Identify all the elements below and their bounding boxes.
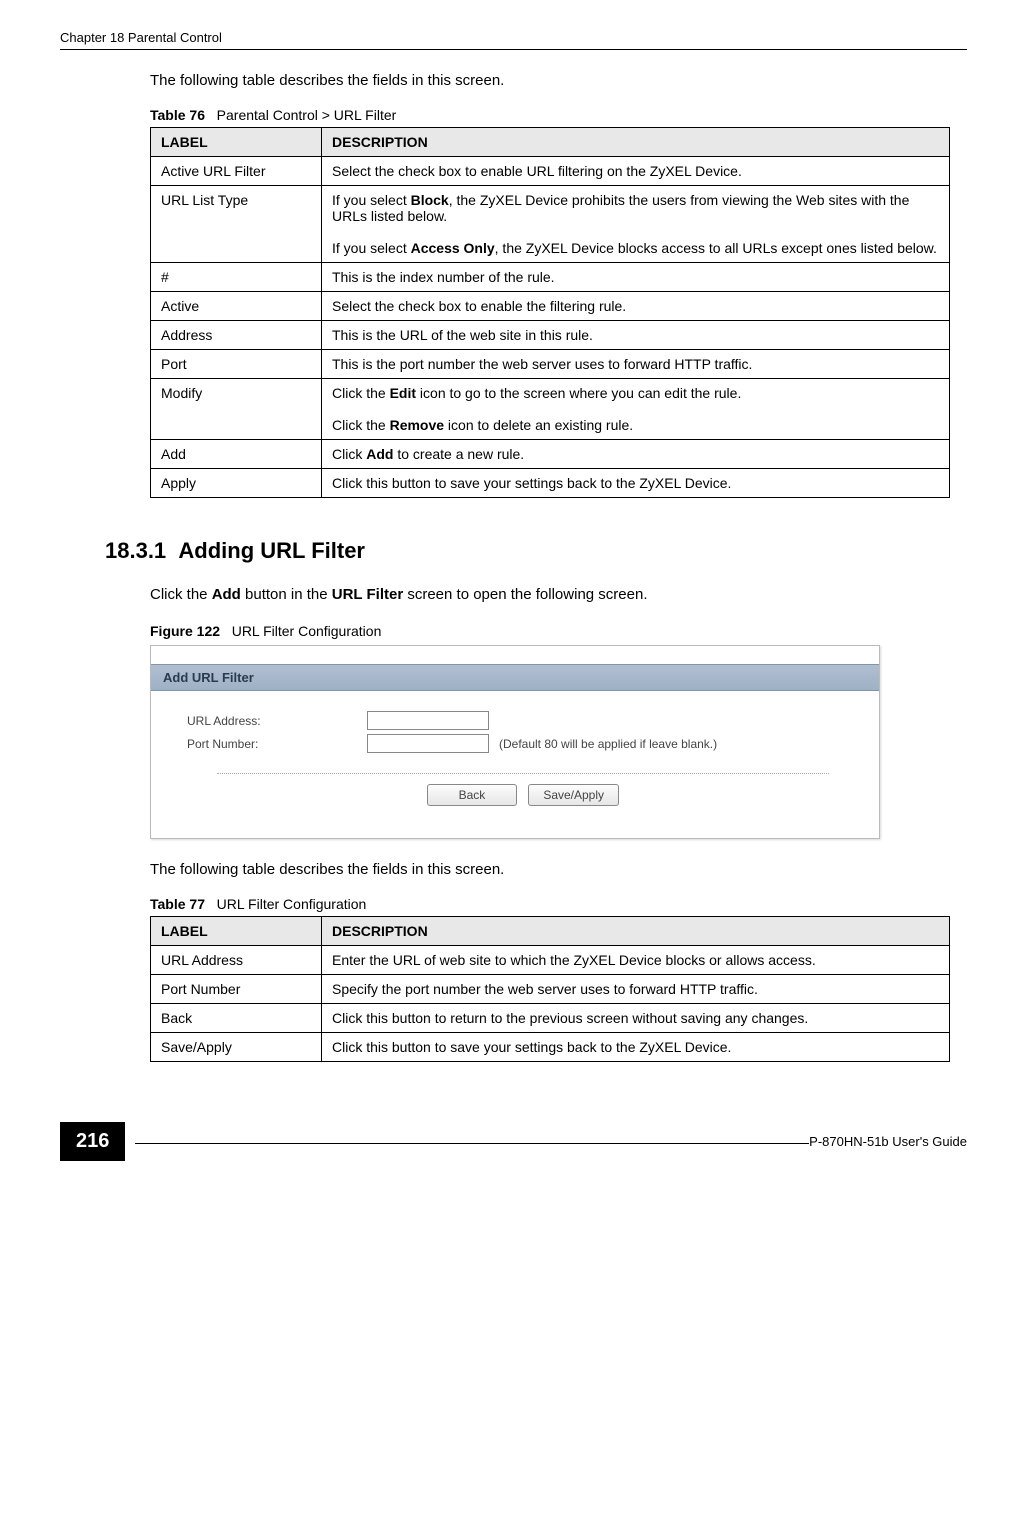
table-row: Port Number Specify the port number the … <box>151 975 950 1004</box>
cell-label: Back <box>151 1004 322 1033</box>
form-row-url: URL Address: <box>187 711 859 730</box>
cell-label: # <box>151 263 322 292</box>
save-apply-button[interactable]: Save/Apply <box>528 784 619 806</box>
form-row-port: Port Number: (Default 80 will be applied… <box>187 734 859 753</box>
header-rule <box>60 49 967 50</box>
table76-number: Table 76 <box>150 107 205 123</box>
table-row: Apply Click this button to save your set… <box>151 469 950 498</box>
cell-desc: Specify the port number the web server u… <box>322 975 950 1004</box>
intro-text-2: The following table describes the fields… <box>150 861 967 878</box>
section-title: Adding URL Filter <box>178 538 365 563</box>
cell-label: Port Number <box>151 975 322 1004</box>
intro-text-1: The following table describes the fields… <box>150 72 967 89</box>
table77-header-desc: DESCRIPTION <box>322 917 950 946</box>
screenshot-top-space <box>151 646 879 664</box>
footer-guide-name: P-870HN-51b User's Guide <box>809 1134 967 1149</box>
table76-caption: Table 76 Parental Control > URL Filter <box>150 107 967 123</box>
table77-title: URL Filter Configuration <box>217 896 367 912</box>
cell-label: Modify <box>151 379 322 440</box>
table-row: Port This is the port number the web ser… <box>151 350 950 379</box>
cell-label: Active <box>151 292 322 321</box>
table-row: Active URL Filter Select the check box t… <box>151 157 950 186</box>
cell-label: Active URL Filter <box>151 157 322 186</box>
cell-label: URL Address <box>151 946 322 975</box>
cell-desc: If you select Block, the ZyXEL Device pr… <box>322 186 950 263</box>
cell-desc: Click this button to save your settings … <box>322 469 950 498</box>
table77-number: Table 77 <box>150 896 205 912</box>
table-row: Active Select the check box to enable th… <box>151 292 950 321</box>
cell-label: Apply <box>151 469 322 498</box>
table77: LABEL DESCRIPTION URL Address Enter the … <box>150 916 950 1062</box>
table77-caption: Table 77 URL Filter Configuration <box>150 896 967 912</box>
screenshot-banner: Add URL Filter <box>151 664 879 691</box>
cell-desc: Click Add to create a new rule. <box>322 440 950 469</box>
url-address-input[interactable] <box>367 711 489 730</box>
table-row: Add Click Add to create a new rule. <box>151 440 950 469</box>
cell-desc: Select the check box to enable the filte… <box>322 292 950 321</box>
table-row: Modify Click the Edit icon to go to the … <box>151 379 950 440</box>
cell-desc: Click the Edit icon to go to the screen … <box>322 379 950 440</box>
footer: 216 P-870HN-51b User's Guide <box>60 1122 967 1161</box>
cell-desc: This is the index number of the rule. <box>322 263 950 292</box>
table-row: URL Address Enter the URL of web site to… <box>151 946 950 975</box>
figure-title: URL Filter Configuration <box>232 623 382 639</box>
chapter-title: Chapter 18 Parental Control <box>60 30 222 45</box>
cell-label: Add <box>151 440 322 469</box>
figure-caption: Figure 122 URL Filter Configuration <box>150 623 967 639</box>
cell-desc: Click this button to save your settings … <box>322 1033 950 1062</box>
cell-desc: This is the URL of the web site in this … <box>322 321 950 350</box>
table77-header-label: LABEL <box>151 917 322 946</box>
cell-desc: Enter the URL of web site to which the Z… <box>322 946 950 975</box>
table76-title: Parental Control > URL Filter <box>217 107 397 123</box>
back-button[interactable]: Back <box>427 784 517 806</box>
table76-header-label: LABEL <box>151 128 322 157</box>
divider <box>217 773 829 774</box>
page-number: 216 <box>60 1122 125 1161</box>
table-row: # This is the index number of the rule. <box>151 263 950 292</box>
cell-label: Port <box>151 350 322 379</box>
table76: LABEL DESCRIPTION Active URL Filter Sele… <box>150 127 950 498</box>
screenshot: Add URL Filter URL Address: Port Number:… <box>150 645 880 839</box>
port-number-label: Port Number: <box>187 737 367 751</box>
table-row: Back Click this button to return to the … <box>151 1004 950 1033</box>
cell-desc: Click this button to return to the previ… <box>322 1004 950 1033</box>
port-number-input[interactable] <box>367 734 489 753</box>
section-number: 18.3.1 <box>105 538 166 563</box>
port-hint: (Default 80 will be applied if leave bla… <box>499 737 717 751</box>
button-row: Back Save/Apply <box>187 784 859 820</box>
cell-desc: Select the check box to enable URL filte… <box>322 157 950 186</box>
section-text: Click the Add button in the URL Filter s… <box>150 586 967 603</box>
table-row: Save/Apply Click this button to save you… <box>151 1033 950 1062</box>
screenshot-form: URL Address: Port Number: (Default 80 wi… <box>151 691 879 838</box>
table-row: URL List Type If you select Block, the Z… <box>151 186 950 263</box>
cell-label: Save/Apply <box>151 1033 322 1062</box>
url-address-label: URL Address: <box>187 714 367 728</box>
cell-label: URL List Type <box>151 186 322 263</box>
footer-rule <box>135 1143 809 1144</box>
table-row: Address This is the URL of the web site … <box>151 321 950 350</box>
section-heading: 18.3.1 Adding URL Filter <box>105 538 967 564</box>
table76-header-desc: DESCRIPTION <box>322 128 950 157</box>
cell-label: Address <box>151 321 322 350</box>
figure-number: Figure 122 <box>150 623 220 639</box>
cell-desc: This is the port number the web server u… <box>322 350 950 379</box>
